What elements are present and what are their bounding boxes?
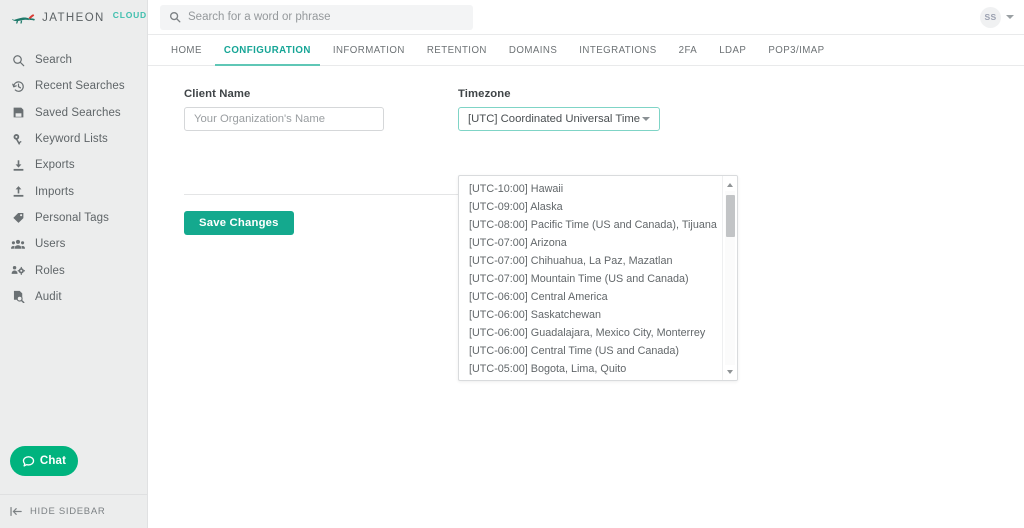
sidebar-item-label: Audit <box>35 290 62 303</box>
timezone-option[interactable]: [UTC-07:00] Mountain Time (US and Canada… <box>459 270 722 288</box>
timezone-option[interactable]: [UTC-07:00] Chihuahua, La Paz, Mazatlan <box>459 252 722 270</box>
avatar[interactable]: SS <box>980 6 1001 28</box>
tab-integrations[interactable]: INTEGRATIONS <box>568 35 667 65</box>
section-tabs: HOME CONFIGURATION INFORMATION RETENTION… <box>148 35 1024 66</box>
top-bar: SS <box>148 0 1024 35</box>
sidebar-item-label: Users <box>35 238 66 251</box>
chat-button-label: Chat <box>39 455 67 467</box>
chat-widget-container: Chat <box>0 446 147 494</box>
collapse-left-icon <box>10 507 22 516</box>
sidebar-item-label: Imports <box>35 185 75 198</box>
timezone-option[interactable]: [UTC-06:00] Central America <box>459 288 722 306</box>
sidebar-item-label: Personal Tags <box>35 211 109 224</box>
form-divider <box>184 194 466 195</box>
sidebar-item-label: Saved Searches <box>35 106 121 119</box>
fox-logo-icon <box>12 13 35 23</box>
timezone-option[interactable]: [UTC-06:00] Guadalajara, Mexico City, Mo… <box>459 324 722 342</box>
hide-sidebar-button[interactable]: HIDE SIDEBAR <box>0 494 147 528</box>
history-clock-icon <box>11 79 25 93</box>
sidebar-item-label: Search <box>35 54 73 67</box>
scroll-down-button[interactable] <box>723 365 737 378</box>
tag-icon <box>11 211 25 225</box>
global-search-box[interactable] <box>160 4 473 30</box>
tab-home[interactable]: HOME <box>160 35 213 65</box>
upload-icon <box>11 185 25 199</box>
sidebar-item-users[interactable]: Users <box>0 231 147 257</box>
brand-logo[interactable]: JATHEON CLOUD <box>0 0 147 35</box>
sidebar: JATHEON CLOUD Search Recent Searches Save <box>0 0 148 528</box>
floppy-disk-icon <box>11 106 25 120</box>
timezone-option[interactable]: [UTC-09:00] Alaska <box>459 198 722 216</box>
brand-suffix: CLOUD <box>112 9 147 20</box>
timezone-option[interactable]: [UTC-05:00] Bogota, Lima, Quito <box>459 360 722 378</box>
search-icon <box>11 53 25 67</box>
triangle-up-icon <box>727 182 733 187</box>
download-icon <box>11 158 25 172</box>
timezone-field-group: Timezone [UTC] Coordinated Universal Tim… <box>458 88 660 131</box>
sidebar-item-search[interactable]: Search <box>0 47 147 73</box>
configuration-form: Client Name Timezone [UTC] Coordinated U… <box>148 66 1024 528</box>
audit-document-search-icon <box>11 290 25 304</box>
search-icon <box>169 11 181 23</box>
sidebar-item-recent-searches[interactable]: Recent Searches <box>0 73 147 99</box>
scroll-up-button[interactable] <box>723 178 737 191</box>
sidebar-item-personal-tags[interactable]: Personal Tags <box>0 205 147 231</box>
account-menu[interactable]: SS <box>980 6 1014 28</box>
sidebar-item-exports[interactable]: Exports <box>0 152 147 178</box>
tab-2fa[interactable]: 2FA <box>668 35 709 65</box>
tab-domains[interactable]: DOMAINS <box>498 35 568 65</box>
users-icon <box>11 237 25 251</box>
client-name-field-group: Client Name <box>184 88 384 131</box>
tab-retention[interactable]: RETENTION <box>416 35 498 65</box>
key-icon <box>11 132 25 146</box>
timezone-option-list: [UTC-10:00] Hawaii [UTC-09:00] Alaska [U… <box>459 176 722 380</box>
sidebar-nav: Search Recent Searches Saved Searches Ke… <box>0 47 147 310</box>
sidebar-item-imports[interactable]: Imports <box>0 178 147 204</box>
sidebar-item-saved-searches[interactable]: Saved Searches <box>0 100 147 126</box>
application-window: JATHEON CLOUD Search Recent Searches Save <box>0 0 1024 528</box>
timezone-selected-value: [UTC] Coordinated Universal Time <box>468 113 641 125</box>
sidebar-item-label: Roles <box>35 264 65 277</box>
timezone-select[interactable]: [UTC] Coordinated Universal Time <box>458 107 660 131</box>
timezone-option[interactable]: [UTC-06:00] Saskatchewan <box>459 306 722 324</box>
timezone-option[interactable]: [UTC-10:00] Hawaii <box>459 180 722 198</box>
chevron-down-icon[interactable] <box>1006 15 1014 19</box>
chat-button[interactable]: Chat <box>10 446 78 476</box>
hide-sidebar-label: HIDE SIDEBAR <box>30 506 106 517</box>
tab-configuration[interactable]: CONFIGURATION <box>213 35 322 66</box>
triangle-down-icon <box>727 369 733 374</box>
sidebar-item-label: Recent Searches <box>35 80 125 93</box>
scrollbar-thumb[interactable] <box>725 195 735 237</box>
client-name-label: Client Name <box>184 88 251 100</box>
client-name-input[interactable] <box>184 107 384 131</box>
chat-bubble-icon <box>22 455 34 467</box>
search-input[interactable] <box>188 11 464 23</box>
sidebar-item-keyword-lists[interactable]: Keyword Lists <box>0 126 147 152</box>
main-area: SS HOME CONFIGURATION INFORMATION RETENT… <box>148 0 1024 528</box>
timezone-option[interactable]: [UTC-06:00] Central Time (US and Canada) <box>459 342 722 360</box>
save-changes-button[interactable]: Save Changes <box>184 211 294 235</box>
tab-pop3-imap[interactable]: POP3/IMAP <box>757 35 835 65</box>
roles-gear-people-icon <box>11 264 25 278</box>
form-row: Client Name Timezone [UTC] Coordinated U… <box>184 88 1024 131</box>
timezone-label: Timezone <box>458 88 511 100</box>
dropdown-scrollbar[interactable] <box>722 176 737 380</box>
sidebar-item-label: Keyword Lists <box>35 133 108 146</box>
tab-information[interactable]: INFORMATION <box>322 35 416 65</box>
chevron-down-icon <box>642 117 650 121</box>
brand-name: JATHEON <box>42 11 105 24</box>
sidebar-item-roles[interactable]: Roles <box>0 257 147 283</box>
tab-ldap[interactable]: LDAP <box>708 35 757 65</box>
timezone-option[interactable]: [UTC-08:00] Pacific Time (US and Canada)… <box>459 216 722 234</box>
sidebar-item-label: Exports <box>35 159 75 172</box>
timezone-option[interactable]: [UTC-07:00] Arizona <box>459 234 722 252</box>
sidebar-item-audit[interactable]: Audit <box>0 284 147 310</box>
timezone-dropdown-list[interactable]: [UTC-10:00] Hawaii [UTC-09:00] Alaska [U… <box>458 175 738 381</box>
